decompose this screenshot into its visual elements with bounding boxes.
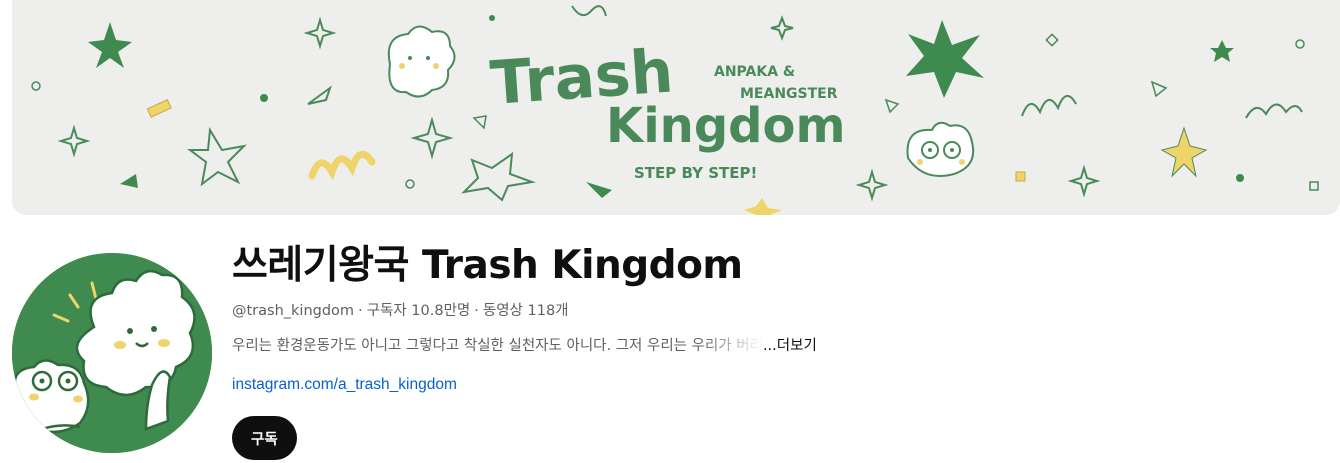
channel-banner: Trash Kingdom ANPAKA & MEANGSTER STEP BY… bbox=[12, 0, 1340, 215]
channel-page: Trash Kingdom ANPAKA & MEANGSTER STEP BY… bbox=[0, 0, 1340, 463]
banner-illustration: Trash Kingdom ANPAKA & MEANGSTER STEP BY… bbox=[12, 0, 1340, 215]
dot-icon bbox=[1236, 174, 1244, 182]
banner-tagline: STEP BY STEP! bbox=[634, 164, 757, 182]
channel-meta: @trash_kingdom · 구독자 10.8만명 · 동영상 118개 bbox=[232, 301, 1332, 321]
channel-avatar[interactable] bbox=[12, 253, 212, 453]
confetti-icon bbox=[1015, 171, 1026, 182]
subscribe-button[interactable]: 구독 bbox=[232, 416, 297, 460]
meta-separator: · bbox=[358, 303, 363, 319]
channel-info: 쓰레기왕국 Trash Kingdom @trash_kingdom · 구독자 1… bbox=[232, 238, 1332, 395]
dot-icon bbox=[489, 15, 495, 21]
subscriber-count: 구독자 10.8만명 bbox=[366, 303, 471, 319]
channel-title: 쓰레기왕국 Trash Kingdom bbox=[232, 243, 743, 288]
channel-link[interactable]: instagram.com/a_trash_kingdom bbox=[232, 375, 457, 395]
more-button[interactable]: ...더보기 bbox=[763, 336, 817, 356]
meta-separator: · bbox=[474, 303, 479, 319]
dot-icon bbox=[260, 94, 268, 102]
avatar-illustration bbox=[12, 253, 212, 453]
banner-credit-line2: MEANGSTER bbox=[740, 86, 838, 102]
channel-description[interactable]: 우리는 환경운동가도 아니고 그렇다고 착실한 실천자도 아니다. 그저 우리는… bbox=[232, 336, 1332, 356]
banner-credit-line1: ANPAKA & bbox=[714, 64, 795, 80]
banner-title-line2: Kingdom bbox=[606, 98, 846, 154]
channel-handle: @trash_kingdom bbox=[232, 303, 355, 319]
description-text: 우리는 환경운동가도 아니고 그렇다고 착실한 실천자도 아니다. 그저 우리는… bbox=[232, 338, 763, 354]
video-count: 동영상 118개 bbox=[482, 303, 569, 319]
